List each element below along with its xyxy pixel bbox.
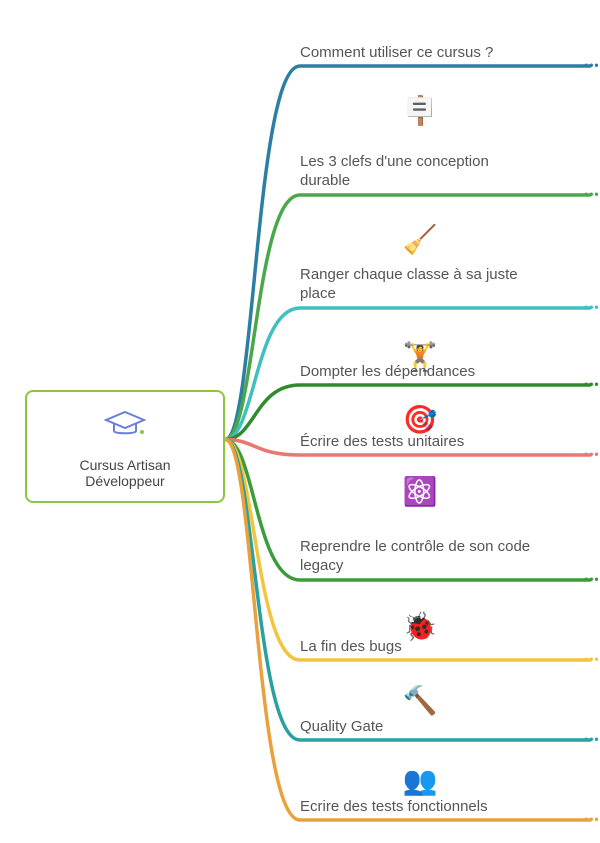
branch-label[interactable]: La fin des bugs [300, 638, 540, 657]
expand-dots-icon[interactable]: ••• [584, 187, 600, 201]
root-title: Cursus Artisan Développeur [39, 457, 211, 489]
branch-label[interactable]: Ecrire des tests fonctionnels [300, 798, 540, 817]
branch-label[interactable]: Dompter les dépendances [300, 363, 540, 382]
gavel-icon: 🔨 [400, 684, 440, 717]
expand-dots-icon[interactable]: ••• [584, 58, 600, 72]
expand-dots-icon[interactable]: ••• [584, 377, 600, 391]
expand-dots-icon[interactable]: ••• [584, 447, 600, 461]
atom-icon: ⚛️ [400, 475, 440, 508]
expand-dots-icon[interactable]: ••• [584, 812, 600, 826]
root-node[interactable]: Cursus Artisan Développeur [25, 390, 225, 503]
expand-dots-icon[interactable]: ••• [584, 652, 600, 666]
broom-icon: 🧹 [400, 223, 440, 256]
expand-dots-icon[interactable]: ••• [584, 300, 600, 314]
branch-label[interactable]: Écrire des tests unitaires [300, 433, 540, 452]
branch-label[interactable]: Comment utiliser ce cursus ? [300, 44, 540, 63]
graduation-cap-icon [104, 410, 146, 447]
branch-label[interactable]: Quality Gate [300, 718, 540, 737]
people-icon: 👥 [400, 764, 440, 797]
expand-dots-icon[interactable]: ••• [584, 732, 600, 746]
branch-label[interactable]: Les 3 clefs d'une conception durable [300, 153, 540, 191]
signpost-icon: 🪧 [400, 94, 440, 127]
branch-label[interactable]: Reprendre le contrôle de son code legacy [300, 538, 540, 576]
target-icon: 🎯 [400, 403, 440, 436]
expand-dots-icon[interactable]: ••• [584, 572, 600, 586]
branch-label[interactable]: Ranger chaque classe à sa juste place [300, 266, 540, 304]
